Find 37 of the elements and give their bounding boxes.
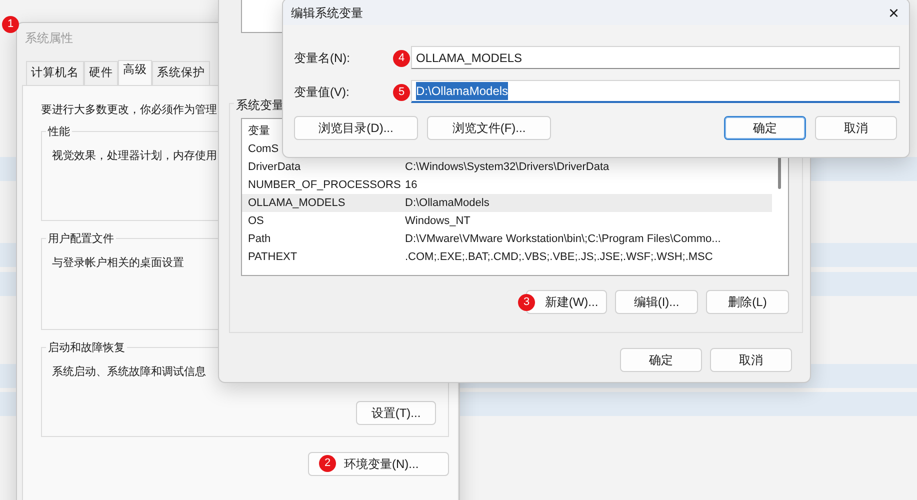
tab[interactable]: 计算机名	[26, 60, 84, 85]
group-description: 视觉效果，处理器计划，内存使用	[52, 148, 217, 164]
dialog-button[interactable]: 取消	[710, 348, 792, 372]
list-row[interactable]: OS Windows_NT	[242, 212, 772, 230]
environment-variables-button[interactable]: 2 环境变量(N)...	[308, 452, 449, 476]
list-row[interactable]: DriverData C:\Windows\System32\Drivers\DriverData	[242, 158, 772, 176]
step-badge: 3	[518, 294, 535, 310]
tab[interactable]: 系统保护	[152, 60, 210, 85]
window-title: 系统属性	[25, 30, 73, 47]
close-button[interactable]: ×	[878, 4, 909, 22]
dialog-button[interactable]: 取消	[815, 116, 897, 140]
list-row[interactable]: PATHEXT .COM;.EXE;.BAT;.CMD;.VBS;.VBE;.JS;.JSE;.WSF;.WSH;.MSC	[242, 248, 772, 266]
list-row[interactable]: NUMBER_OF_PROCESSORS 16	[242, 176, 772, 194]
step-badge: 2	[319, 455, 336, 472]
group-description: 与登录帐户相关的桌面设置	[52, 256, 184, 270]
settings-button[interactable]: 设置(T)...	[356, 401, 436, 425]
tab[interactable]: 高级	[118, 60, 152, 85]
field-label: 变量名(N):	[294, 50, 351, 66]
field-label: 变量值(V):	[294, 84, 350, 100]
dialog-button[interactable]: 编辑(I)...	[615, 290, 698, 314]
group-description: 系统启动、系统故障和调试信息	[52, 364, 206, 380]
input-field[interactable]: OLLAMA_MODELS	[411, 46, 900, 69]
tab[interactable]: 硬件	[84, 60, 118, 85]
step-badge: 5	[393, 84, 410, 101]
window-title: 编辑系统变量	[291, 5, 363, 22]
dialog-button[interactable]: 删除(L)	[706, 290, 789, 314]
dialog-button[interactable]: 浏览目录(D)...	[294, 116, 418, 140]
list-row[interactable]: OLLAMA_MODELS D:\OllamaModels	[242, 194, 772, 212]
notice-text: 要进行大多数更改，你必须作为管理	[41, 102, 217, 118]
dialog-button[interactable]: 确定	[724, 116, 806, 140]
column-header: 变量	[248, 124, 270, 137]
list-row[interactable]: Path D:\VMware\VMware Workstation\bin\;C:\Program Files\Commo...	[242, 230, 772, 248]
dialog-button[interactable]: 确定	[620, 348, 702, 372]
input-field[interactable]: D:\OllamaModels	[411, 80, 900, 103]
step-badge: 4	[393, 50, 410, 67]
step-badge: 1	[2, 16, 19, 33]
dialog-button[interactable]: 浏览文件(F)...	[427, 116, 551, 140]
